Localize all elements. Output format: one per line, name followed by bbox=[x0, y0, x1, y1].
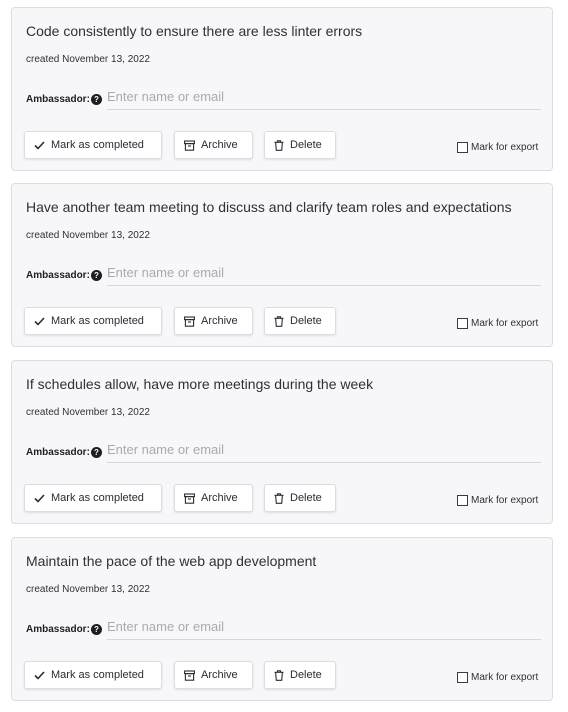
question-circle-icon[interactable]: ? bbox=[91, 447, 102, 458]
check-icon bbox=[34, 670, 45, 680]
export-checkbox[interactable] bbox=[457, 142, 468, 153]
mark-for-export-option[interactable]: Mark for export bbox=[457, 318, 538, 329]
created-date: created November 13, 2022 bbox=[26, 407, 150, 418]
action-item-title: If schedules allow, have more meetings d… bbox=[26, 376, 374, 392]
check-icon bbox=[34, 316, 45, 326]
mark-completed-label: Mark as completed bbox=[51, 139, 144, 151]
delete-label: Delete bbox=[290, 315, 322, 327]
action-item-card: Have another team meeting to discuss and… bbox=[11, 183, 553, 347]
mark-for-export-label: Mark for export bbox=[471, 318, 539, 329]
trash-icon bbox=[274, 139, 284, 151]
mark-for-export-label: Mark for export bbox=[471, 672, 539, 683]
export-checkbox[interactable] bbox=[457, 495, 468, 506]
mark-for-export-option[interactable]: Mark for export bbox=[457, 142, 538, 153]
ambassador-input[interactable] bbox=[107, 86, 541, 110]
mark-completed-button[interactable]: Mark as completed bbox=[24, 661, 162, 689]
archive-label: Archive bbox=[201, 139, 238, 151]
question-circle-icon[interactable]: ? bbox=[91, 624, 102, 635]
mark-completed-label: Mark as completed bbox=[51, 492, 144, 504]
created-date: created November 13, 2022 bbox=[26, 230, 150, 241]
delete-button[interactable]: Delete bbox=[264, 661, 336, 689]
action-item-title: Have another team meeting to discuss and… bbox=[26, 199, 512, 215]
mark-completed-label: Mark as completed bbox=[51, 669, 144, 681]
trash-icon bbox=[274, 492, 284, 504]
delete-label: Delete bbox=[290, 669, 322, 681]
question-circle-icon[interactable]: ? bbox=[91, 270, 102, 281]
action-item-card: Maintain the pace of the web app develop… bbox=[11, 537, 553, 701]
archive-button[interactable]: Archive bbox=[174, 661, 253, 689]
action-item-card: Code consistently to ensure there are le… bbox=[11, 7, 553, 171]
ambassador-label: Ambassador: bbox=[26, 447, 90, 458]
ambassador-input[interactable] bbox=[107, 616, 541, 640]
delete-label: Delete bbox=[290, 139, 322, 151]
created-date: created November 13, 2022 bbox=[26, 584, 150, 595]
archive-box-icon bbox=[184, 669, 195, 681]
created-date: created November 13, 2022 bbox=[26, 54, 150, 65]
check-icon bbox=[34, 140, 45, 150]
ambassador-label: Ambassador: bbox=[26, 94, 90, 105]
ambassador-input[interactable] bbox=[107, 439, 541, 463]
archive-label: Archive bbox=[201, 492, 238, 504]
mark-completed-button[interactable]: Mark as completed bbox=[24, 307, 162, 335]
mark-for-export-label: Mark for export bbox=[471, 495, 539, 506]
trash-icon bbox=[274, 315, 284, 327]
export-checkbox[interactable] bbox=[457, 318, 468, 329]
ambassador-input[interactable] bbox=[107, 262, 541, 286]
mark-completed-button[interactable]: Mark as completed bbox=[24, 131, 162, 159]
archive-box-icon bbox=[184, 492, 195, 504]
action-item-title: Maintain the pace of the web app develop… bbox=[26, 553, 317, 569]
archive-button[interactable]: Archive bbox=[174, 484, 253, 512]
ambassador-label: Ambassador: bbox=[26, 624, 90, 635]
mark-for-export-option[interactable]: Mark for export bbox=[457, 495, 538, 506]
archive-label: Archive bbox=[201, 669, 238, 681]
delete-button[interactable]: Delete bbox=[264, 484, 336, 512]
check-icon bbox=[34, 493, 45, 503]
trash-icon bbox=[274, 669, 284, 681]
archive-button[interactable]: Archive bbox=[174, 131, 253, 159]
question-circle-icon[interactable]: ? bbox=[91, 94, 102, 105]
archive-button[interactable]: Archive bbox=[174, 307, 253, 335]
archive-box-icon bbox=[184, 139, 195, 151]
action-item-title: Code consistently to ensure there are le… bbox=[26, 23, 363, 39]
mark-for-export-option[interactable]: Mark for export bbox=[457, 672, 538, 683]
mark-completed-button[interactable]: Mark as completed bbox=[24, 484, 162, 512]
ambassador-label: Ambassador: bbox=[26, 270, 90, 281]
export-checkbox[interactable] bbox=[457, 672, 468, 683]
archive-label: Archive bbox=[201, 315, 238, 327]
delete-button[interactable]: Delete bbox=[264, 307, 336, 335]
mark-for-export-label: Mark for export bbox=[471, 142, 539, 153]
action-item-list: Code consistently to ensure there are le… bbox=[0, 0, 568, 712]
mark-completed-label: Mark as completed bbox=[51, 315, 144, 327]
action-item-card: If schedules allow, have more meetings d… bbox=[11, 360, 553, 524]
delete-label: Delete bbox=[290, 492, 322, 504]
archive-box-icon bbox=[184, 315, 195, 327]
delete-button[interactable]: Delete bbox=[264, 131, 336, 159]
